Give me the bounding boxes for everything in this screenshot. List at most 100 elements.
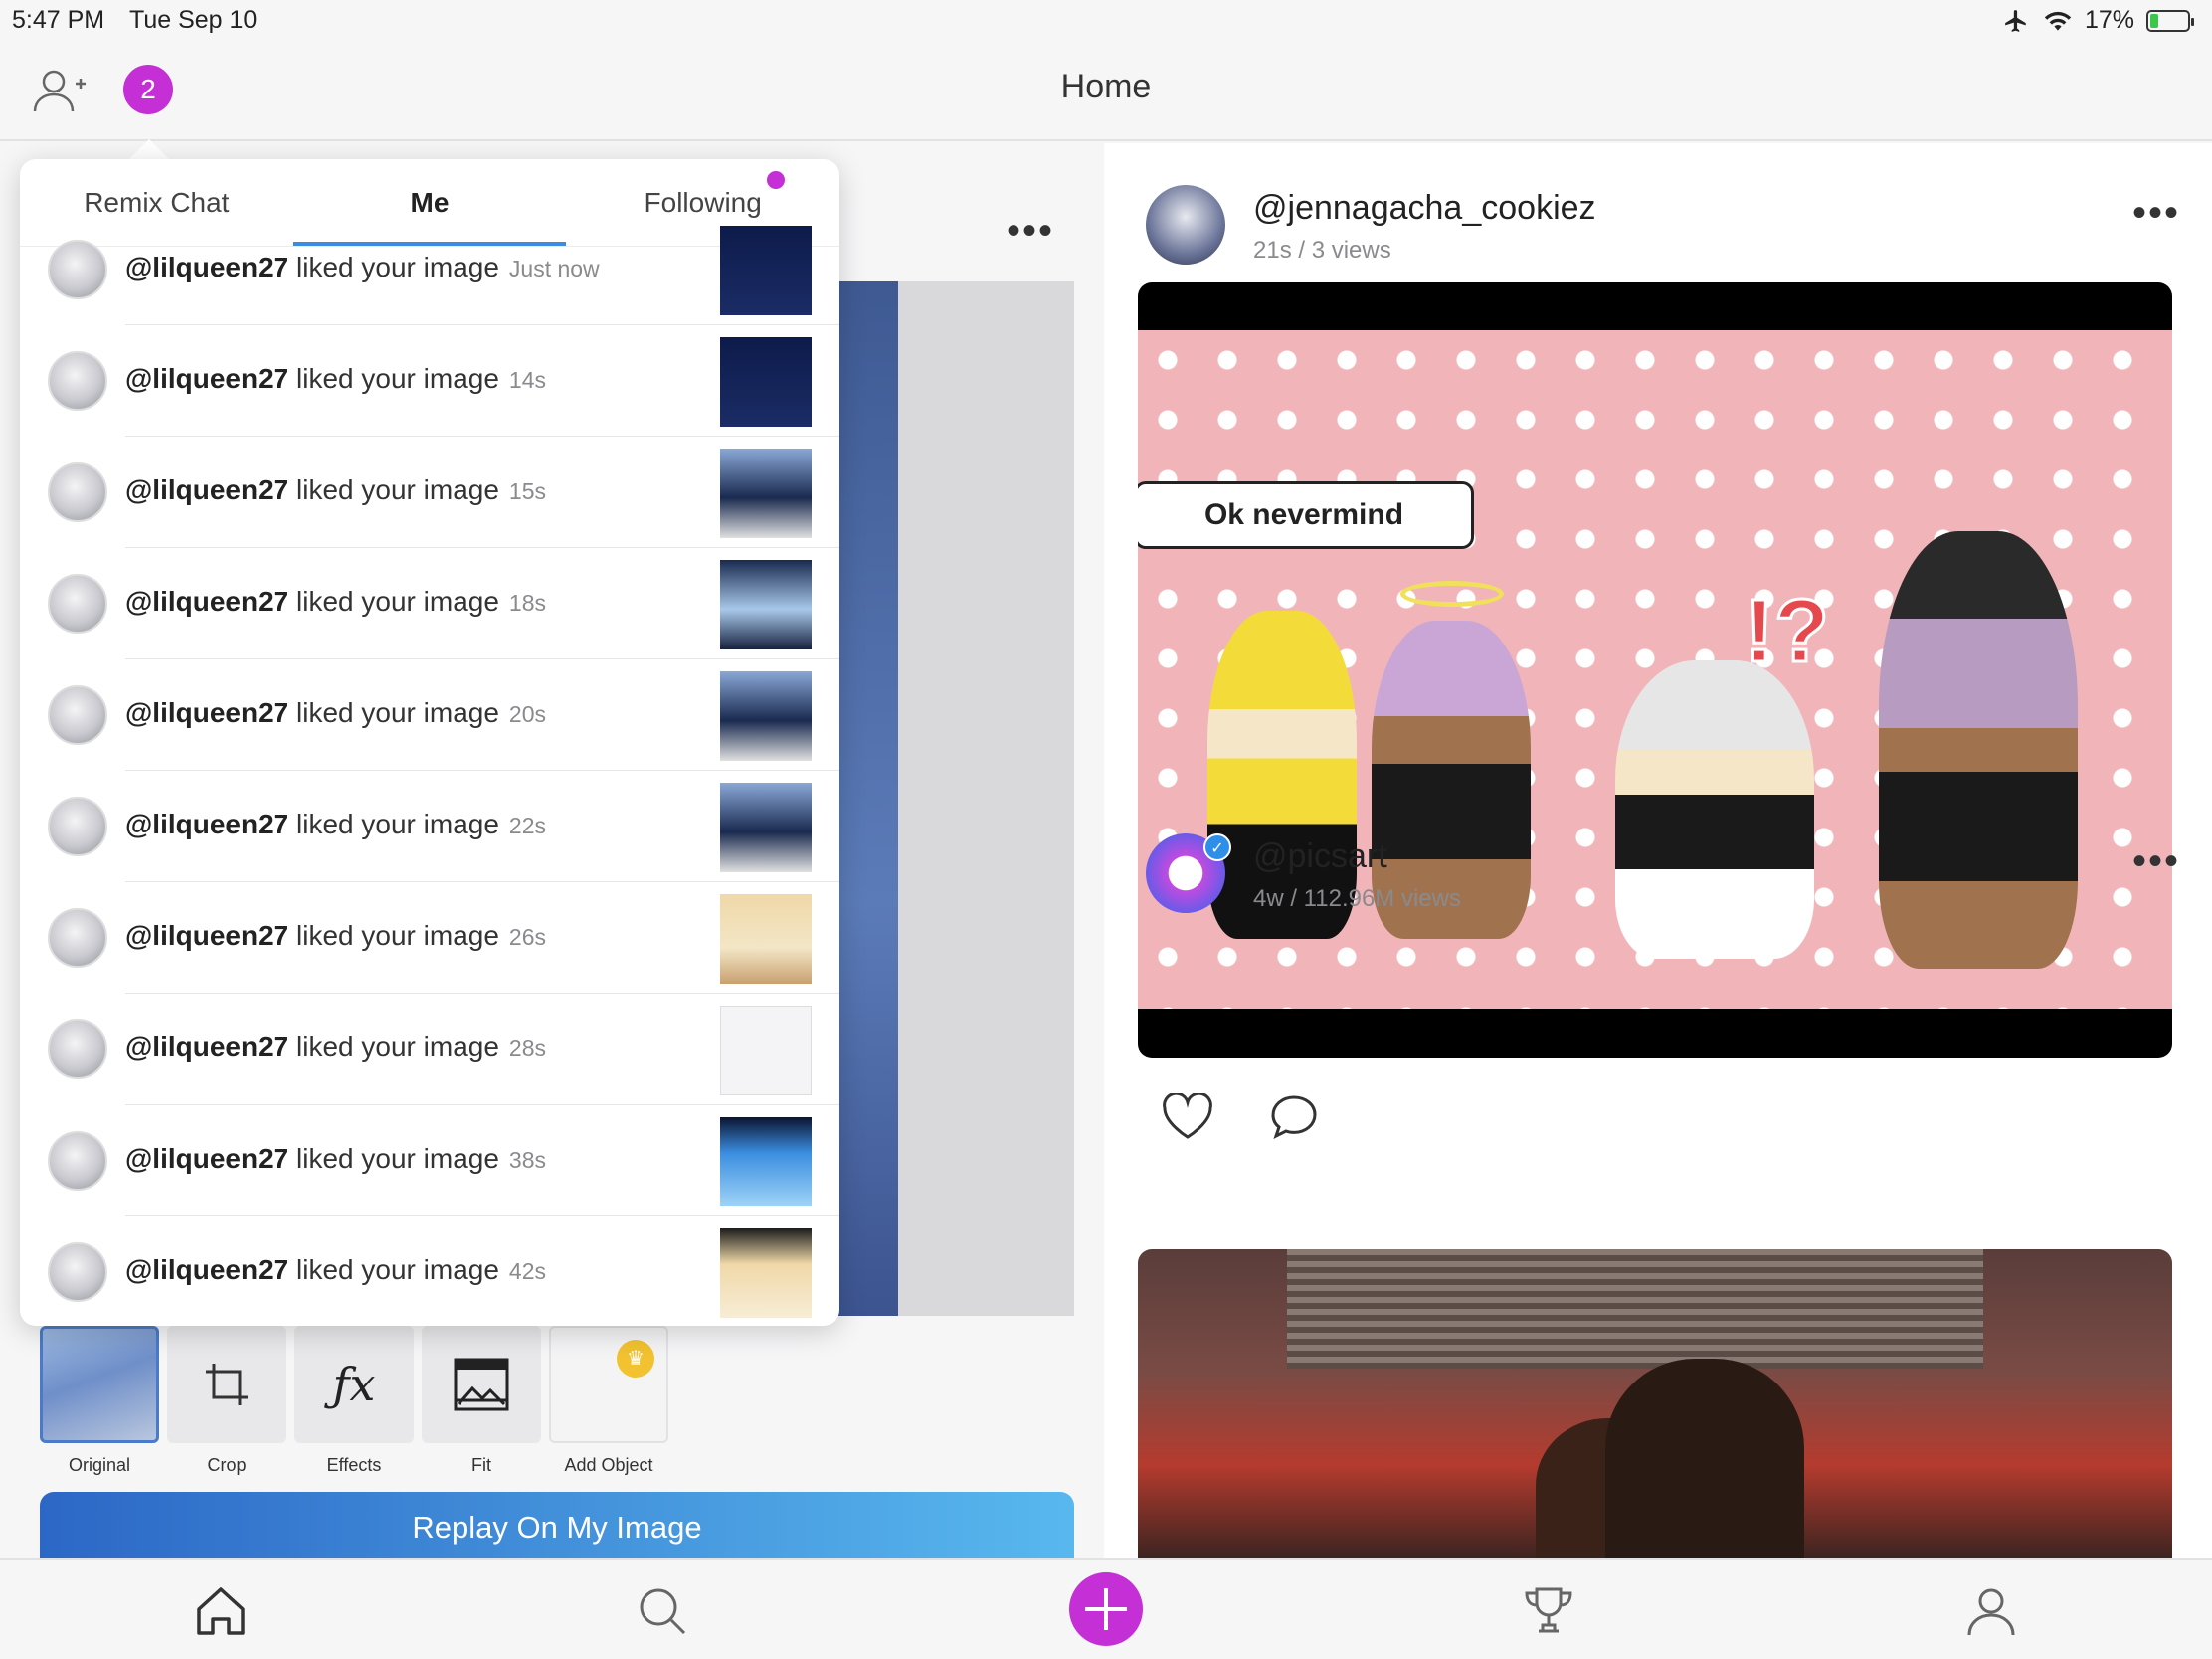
post-header: @jennagacha_cookiez 21s / 3 views •••: [1146, 185, 2180, 269]
notifications-popover: Remix Chat Me Following @lilqueen27 like…: [20, 159, 839, 1326]
avatar[interactable]: [48, 351, 107, 411]
notification-time: 28s: [508, 1035, 546, 1061]
notification-action: liked your image: [296, 252, 499, 282]
battery-icon: [2146, 9, 2194, 32]
avatar[interactable]: [48, 1242, 107, 1302]
post-actions: [1162, 1093, 1319, 1141]
notification-action: liked your image: [296, 363, 499, 394]
notification-time: Just now: [508, 256, 600, 281]
status-date: Tue Sep 10: [129, 6, 258, 34]
tool-crop[interactable]: Crop: [167, 1326, 286, 1476]
avatar[interactable]: [48, 1019, 107, 1079]
notification-user[interactable]: @lilqueen27: [125, 1254, 288, 1285]
notification-user[interactable]: @lilqueen27: [125, 586, 288, 617]
status-right: 17%: [2001, 6, 2194, 35]
more-options-icon[interactable]: •••: [1007, 209, 1054, 254]
notification-user[interactable]: @lilqueen27: [125, 474, 288, 505]
user-avatar[interactable]: [1146, 185, 1225, 265]
image-thumbnail[interactable]: [720, 560, 812, 649]
notification-item[interactable]: @lilqueen27 liked your image 22s: [20, 771, 839, 882]
notification-user[interactable]: @lilqueen27: [125, 809, 288, 839]
notification-item[interactable]: @lilqueen27 liked your image Just now: [20, 214, 839, 325]
notification-text: @lilqueen27 liked your image 26s: [125, 920, 546, 952]
notification-item[interactable]: @lilqueen27 liked your image 26s: [20, 882, 839, 994]
add-object-thumbnail[interactable]: ♛: [549, 1326, 668, 1443]
image-thumbnail[interactable]: [720, 1228, 812, 1318]
image-thumbnail[interactable]: [720, 449, 812, 538]
unread-dot: [767, 171, 786, 189]
notification-item[interactable]: @lilqueen27 liked your image 18s: [20, 548, 839, 659]
create-button[interactable]: [1069, 1572, 1143, 1646]
heart-icon[interactable]: [1162, 1093, 1213, 1141]
trophy-icon[interactable]: [1519, 1581, 1578, 1641]
notification-item[interactable]: @lilqueen27 liked your image 15s: [20, 437, 839, 548]
post-meta: 4w / 112.96M views: [1253, 885, 1461, 912]
notification-item[interactable]: @lilqueen27 liked your image 42s: [20, 1216, 839, 1326]
record-shelf-shape: [1287, 1249, 1983, 1369]
halo-shape: [1400, 581, 1504, 607]
wifi-icon: [2044, 11, 2072, 31]
image-thumbnail[interactable]: [720, 671, 812, 761]
tool-original[interactable]: Original: [40, 1326, 159, 1476]
notification-user[interactable]: @lilqueen27: [125, 1031, 288, 1062]
status-time: 5:47 PM: [12, 6, 105, 34]
notification-item[interactable]: @lilqueen27 liked your image 20s: [20, 659, 839, 771]
notification-time: 42s: [508, 1258, 546, 1284]
notification-item[interactable]: @lilqueen27 liked your image 38s: [20, 1105, 839, 1216]
tool-add-object[interactable]: ♛ Add Object: [549, 1326, 668, 1476]
avatar[interactable]: [48, 908, 107, 968]
avatar[interactable]: [48, 240, 107, 299]
image-thumbnail[interactable]: [720, 783, 812, 872]
image-thumbnail[interactable]: [720, 337, 812, 427]
more-options-icon[interactable]: •••: [2132, 839, 2180, 884]
notification-user[interactable]: @lilqueen27: [125, 1143, 288, 1174]
notification-text: @lilqueen27 liked your image 22s: [125, 809, 546, 840]
crop-icon[interactable]: [167, 1326, 286, 1443]
image-thumbnail[interactable]: [720, 1006, 812, 1095]
battery-percent: 17%: [2084, 6, 2134, 34]
notification-action: liked your image: [296, 1254, 499, 1285]
more-options-icon[interactable]: •••: [2132, 191, 2180, 236]
post-header: ✓ @picsart 4w / 112.96M views •••: [1146, 833, 2180, 917]
avatar[interactable]: [48, 685, 107, 745]
avatar[interactable]: [48, 1131, 107, 1191]
notification-text: @lilqueen27 liked your image 20s: [125, 697, 546, 729]
avatar[interactable]: [48, 797, 107, 856]
post-image[interactable]: !? Ok nevermind: [1138, 282, 2172, 1058]
effects-icon[interactable]: ƒx: [294, 1326, 414, 1443]
notification-user[interactable]: @lilqueen27: [125, 697, 288, 728]
image-thumbnail[interactable]: [720, 894, 812, 984]
profile-icon[interactable]: [1961, 1581, 2021, 1641]
post-username[interactable]: @jennagacha_cookiez: [1253, 189, 1596, 228]
notification-time: 22s: [508, 813, 546, 838]
notification-user[interactable]: @lilqueen27: [125, 252, 288, 282]
notification-text: @lilqueen27 liked your image 14s: [125, 363, 546, 395]
tool-fit[interactable]: Fit: [422, 1326, 541, 1476]
verified-icon: ✓: [1203, 833, 1231, 861]
notification-text: @lilqueen27 liked your image 38s: [125, 1143, 546, 1175]
notification-action: liked your image: [296, 1031, 499, 1062]
notification-action: liked your image: [296, 1143, 499, 1174]
tool-effects[interactable]: ƒx Effects: [294, 1326, 414, 1476]
exclamation-question-icon: !?: [1744, 581, 1831, 683]
avatar[interactable]: [48, 462, 107, 522]
image-thumbnail[interactable]: [720, 1117, 812, 1206]
comment-icon[interactable]: [1269, 1093, 1319, 1141]
avatar[interactable]: [48, 574, 107, 634]
post-image[interactable]: [1138, 1249, 2172, 1558]
notification-action: liked your image: [296, 474, 499, 505]
home-icon[interactable]: [191, 1581, 251, 1641]
notification-text: @lilqueen27 liked your image 42s: [125, 1254, 546, 1286]
fit-icon[interactable]: [422, 1326, 541, 1443]
crown-icon: ♛: [617, 1340, 654, 1378]
notification-item[interactable]: @lilqueen27 liked your image 28s: [20, 994, 839, 1105]
search-icon[interactable]: [633, 1581, 692, 1641]
original-thumbnail[interactable]: [40, 1326, 159, 1443]
post-username[interactable]: @picsart: [1253, 837, 1387, 876]
notification-item[interactable]: @lilqueen27 liked your image 14s: [20, 325, 839, 437]
replay-on-my-image-button[interactable]: Replay On My Image: [40, 1492, 1074, 1564]
notification-user[interactable]: @lilqueen27: [125, 363, 288, 394]
notification-user[interactable]: @lilqueen27: [125, 920, 288, 951]
person-figure: [1605, 1359, 1804, 1558]
image-thumbnail[interactable]: [720, 226, 812, 315]
